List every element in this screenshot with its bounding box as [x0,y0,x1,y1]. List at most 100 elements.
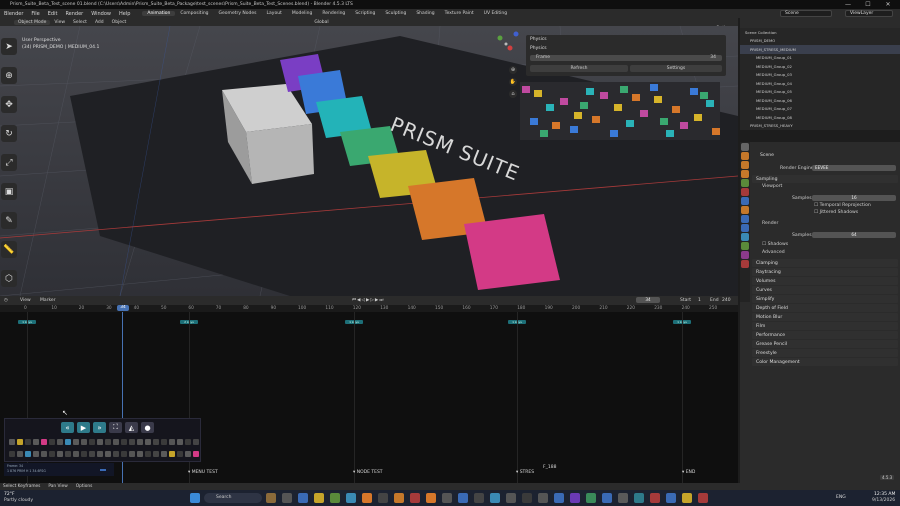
tool-button[interactable] [89,439,95,445]
timeline-editor-icon[interactable]: ◷ [4,298,8,303]
data-tab-icon[interactable] [741,251,749,259]
taskbar-app-icon[interactable] [554,493,564,503]
annotate-tool-icon[interactable]: ✎ [1,212,17,229]
section-freestyle[interactable]: Freestyle [752,349,898,357]
tool-button[interactable] [161,451,167,457]
minimize-button[interactable]: — [840,0,856,9]
viewport-menu-view[interactable]: View [50,20,69,25]
menu-edit[interactable]: Edit [44,11,62,17]
tool-button[interactable] [169,451,175,457]
taskbar-app-icon[interactable] [618,493,628,503]
scale-tool-icon[interactable]: ⤢ [1,154,17,171]
marker-f188[interactable]: F_188 [543,465,556,470]
taskbar-app-icon[interactable] [538,493,548,503]
language-indicator[interactable]: ENG [836,495,846,500]
section-performance[interactable]: Performance [752,331,898,339]
taskbar-app-icon[interactable] [266,493,276,503]
viewport-menu-add[interactable]: Add [91,20,108,25]
taskbar-app-icon[interactable] [346,493,356,503]
taskbar-app-icon[interactable] [634,493,644,503]
frame-ruler[interactable]: 0 10 20 30 40 50 60 70 80 90 100 110 120 130 140 150 160… [0,305,738,312]
modifier-tab-icon[interactable] [741,215,749,223]
taskbar-app-icon[interactable] [522,493,532,503]
render-engine-dropdown[interactable]: EEVEE [812,165,896,171]
section-depth-of-field[interactable]: Depth of Field [752,304,898,312]
object-tab-icon[interactable] [741,206,749,214]
jittered-shadows-checkbox[interactable]: ☐ Jittered Shadows [814,210,858,215]
end-frame-value[interactable]: 240 [722,298,731,303]
section-clamping[interactable]: Clamping [752,259,898,267]
taskbar-app-icon[interactable] [602,493,612,503]
tab-layout[interactable]: Layout [262,11,287,16]
tab-animation[interactable]: Animation [142,11,176,16]
tab-shading[interactable]: Shading [411,11,439,16]
tool-button[interactable] [73,439,79,445]
taskbar-app-icon[interactable] [330,493,340,503]
marker-menu-test[interactable]: ▾ MENU TEST [188,470,218,475]
outliner-row[interactable]: MEDIUM_Group_01 [740,54,900,63]
scene-selector[interactable]: Scene [780,10,832,17]
viewport-samples-field[interactable]: 16 [812,195,896,201]
taskbar-app-icon[interactable] [298,493,308,503]
clock-time[interactable]: 12:35 AM [874,492,895,497]
marker-node-test[interactable]: ▾ NODE TEST [353,470,383,475]
tool-button[interactable] [33,451,39,457]
timeline-menu-view[interactable]: View [20,298,31,303]
tool-button[interactable] [9,451,15,457]
weather-text[interactable]: Partly cloudy [4,498,33,503]
subsection-advanced[interactable]: Advanced [762,250,785,255]
tool-button[interactable] [41,451,47,457]
tool-button[interactable] [121,439,127,445]
taskbar-app-icon[interactable] [410,493,420,503]
tab-modeling[interactable]: Modeling [287,11,317,16]
tool-button[interactable] [193,439,199,445]
tool-button[interactable] [49,439,55,445]
transform-tool-icon[interactable]: ▣ [1,183,17,200]
outliner-row[interactable]: PRISM_STRESS_MEDIUM [740,45,900,54]
tab-sculpting[interactable]: Sculpting [380,11,411,16]
scene-tab-icon[interactable] [741,179,749,187]
playback-controls[interactable]: ⏮◀◁▶▷▶⏭ [352,297,384,303]
section-color-management[interactable]: Color Management [752,358,898,366]
tab-uv-editing[interactable]: UV Editing [479,11,512,16]
timeline-menu-marker[interactable]: Marker [40,298,56,303]
tool-button[interactable] [97,439,103,445]
tool-button[interactable] [153,439,159,445]
tool-button[interactable] [25,451,31,457]
pan-icon[interactable]: ✋ [509,78,517,86]
tool-button[interactable] [113,451,119,457]
jump-start-button[interactable]: « [61,422,74,433]
tool-button[interactable] [185,439,191,445]
section-raytracing[interactable]: Raytracing [752,268,898,276]
tool-button[interactable] [57,439,63,445]
section-simplify[interactable]: Simplify [752,295,898,303]
tool-button[interactable] [169,439,175,445]
tool-button[interactable] [25,439,31,445]
tab-geometry-nodes[interactable]: Geometry Nodes [214,11,262,16]
tool-button[interactable] [17,451,23,457]
menu-file[interactable]: File [27,11,43,17]
menu-help[interactable]: Help [115,11,134,17]
taskbar-search[interactable]: Search [204,493,262,503]
tab-compositing[interactable]: Compositing [175,11,213,16]
constraints-tab-icon[interactable] [741,242,749,250]
section-grease-pencil[interactable]: Grease Pencil [752,340,898,348]
render-samples-field[interactable]: 64 [812,232,896,238]
weather-temp[interactable]: 72°F [4,492,15,497]
taskbar-app-icon[interactable] [650,493,660,503]
tool-button[interactable] [185,451,191,457]
output-tab-icon[interactable] [741,161,749,169]
outliner-row[interactable]: PRISM_DEMO [740,37,900,46]
tool-button[interactable] [113,439,119,445]
temporal-reprojection-checkbox[interactable]: ☐ Temporal Reprojection [814,203,871,208]
taskbar-app-icon[interactable] [314,493,324,503]
start-icon[interactable] [190,493,200,503]
marker-stres[interactable]: ▾ STRES [516,470,534,475]
tool-button[interactable] [97,451,103,457]
subsection-shadows[interactable]: ☐ Shadows [762,242,788,247]
viewlayer-selector[interactable]: ViewLayer [845,10,893,17]
viewport-menu-select[interactable]: Select [69,20,91,25]
tool-button[interactable] [153,451,159,457]
taskbar-app-icon[interactable] [666,493,676,503]
tool-button[interactable] [57,451,63,457]
